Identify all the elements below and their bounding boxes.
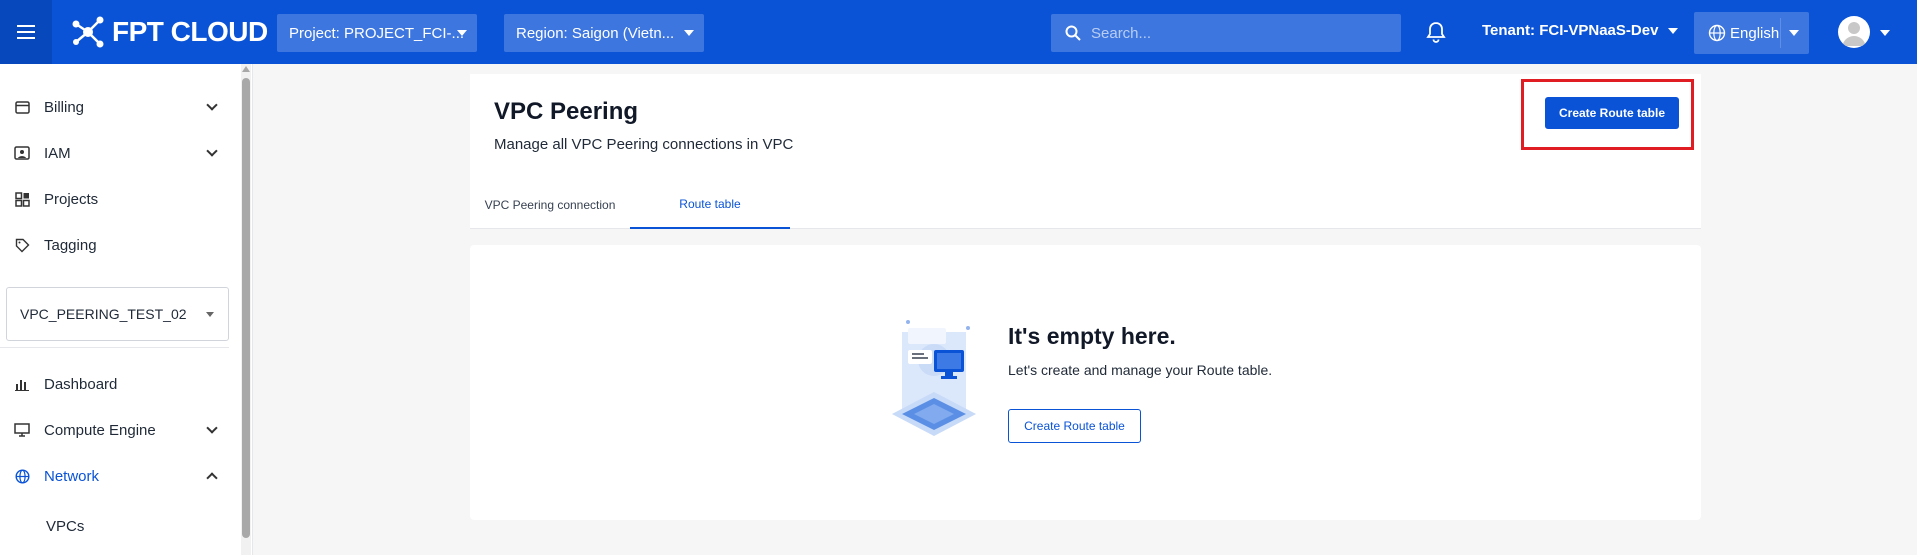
sidebar-subitem-vpcs[interactable]: VPCs	[46, 518, 84, 535]
region-select-value: Region: Saigon (Vietn...	[516, 24, 675, 42]
monitor-icon	[14, 422, 30, 438]
search-input[interactable]	[1091, 24, 1371, 42]
tenant-select[interactable]: Tenant: FCI-VPNaaS-Dev	[1482, 22, 1679, 39]
dashboard-icon	[14, 376, 30, 392]
tab-route-table[interactable]: Route table	[630, 180, 790, 229]
search-icon	[1065, 25, 1081, 41]
sidebar-scrollbar[interactable]	[241, 64, 251, 555]
empty-state-card	[470, 245, 1701, 520]
caret-down-icon	[206, 312, 214, 317]
language-label: English	[1730, 24, 1780, 42]
sidebar-item-billing[interactable]: Billing	[0, 84, 236, 130]
empty-state-title: It's empty here.	[1008, 323, 1176, 349]
logo-text: FPT CLOUD	[112, 16, 268, 47]
tag-icon	[14, 237, 30, 253]
sidebar-item-compute-engine[interactable]: Compute Engine	[0, 407, 236, 453]
sidebar-item-label: Network	[44, 467, 100, 485]
globe-icon	[1708, 24, 1726, 42]
sidebar-item-label: Billing	[44, 98, 85, 116]
scrollbar-thumb[interactable]	[242, 78, 250, 538]
sidebar-item-label: IAM	[44, 144, 71, 162]
projects-icon	[14, 191, 30, 207]
caret-down-icon	[1789, 30, 1799, 36]
project-select[interactable]: Project: PROJECT_FCI-...	[277, 14, 477, 52]
sidebar-item-label: Dashboard	[44, 375, 118, 393]
sidebar-item-dashboard[interactable]: Dashboard	[0, 361, 236, 407]
chevron-up-icon	[206, 472, 218, 484]
chevron-down-icon	[206, 99, 218, 111]
empty-state-illustration	[892, 320, 976, 436]
caret-down-icon	[457, 30, 467, 36]
sidebar-item-tagging[interactable]: Tagging	[0, 222, 236, 268]
caret-down-icon	[684, 30, 694, 36]
globe-icon	[14, 468, 30, 484]
sidebar-item-label: Compute Engine	[44, 421, 156, 439]
sidebar-divider	[0, 347, 229, 348]
vpc-select[interactable]: VPC_PEERING_TEST_02	[6, 287, 229, 341]
divider	[1780, 18, 1781, 48]
page-subtitle: Manage all VPC Peering connections in VP…	[494, 136, 794, 153]
chevron-down-icon	[206, 145, 218, 157]
user-icon	[1842, 22, 1866, 46]
billing-icon	[14, 99, 30, 115]
chevron-down-icon	[206, 422, 218, 434]
search-box[interactable]	[1051, 14, 1401, 52]
avatar-caret-icon[interactable]	[1880, 30, 1890, 36]
create-route-table-button[interactable]: Create Route table	[1545, 97, 1679, 129]
fpt-cloud-logo[interactable]: FPT CLOUD	[70, 14, 268, 50]
tab-bar: VPC Peering connection Route table	[470, 180, 1701, 229]
empty-state-description: Let's create and manage your Route table…	[1008, 362, 1273, 378]
top-navigation-bar: FPT CLOUD Project: PROJECT_FCI-... Regio…	[0, 0, 1917, 64]
empty-create-route-table-button[interactable]: Create Route table	[1008, 409, 1141, 443]
hamburger-menu-button[interactable]	[0, 0, 52, 64]
notification-bell-icon[interactable]	[1424, 20, 1448, 44]
page-title: VPC Peering	[494, 98, 639, 125]
sidebar-item-projects[interactable]: Projects	[0, 176, 236, 222]
sidebar-item-label: Projects	[44, 190, 99, 208]
vpc-select-value: VPC_PEERING_TEST_02	[20, 306, 187, 322]
user-avatar[interactable]	[1838, 16, 1870, 48]
language-select[interactable]: English	[1694, 12, 1809, 54]
menu-icon	[17, 25, 35, 39]
sidebar-item-iam[interactable]: IAM	[0, 130, 236, 176]
tenant-label: Tenant: FCI-VPNaaS-Dev	[1482, 22, 1659, 39]
scroll-up-arrow-icon[interactable]	[242, 66, 250, 72]
iam-icon	[14, 145, 30, 161]
sidebar: Billing IAM Projects Tagging VPC_PEERING…	[0, 64, 253, 555]
tab-vpc-peering-connection[interactable]: VPC Peering connection	[470, 180, 630, 229]
sidebar-item-network[interactable]: Network	[0, 453, 236, 499]
caret-down-icon	[1668, 27, 1679, 34]
network-logo-icon	[72, 16, 104, 48]
project-select-value: Project: PROJECT_FCI-...	[289, 24, 465, 42]
sidebar-item-label: Tagging	[44, 236, 97, 254]
region-select[interactable]: Region: Saigon (Vietn...	[504, 14, 704, 52]
